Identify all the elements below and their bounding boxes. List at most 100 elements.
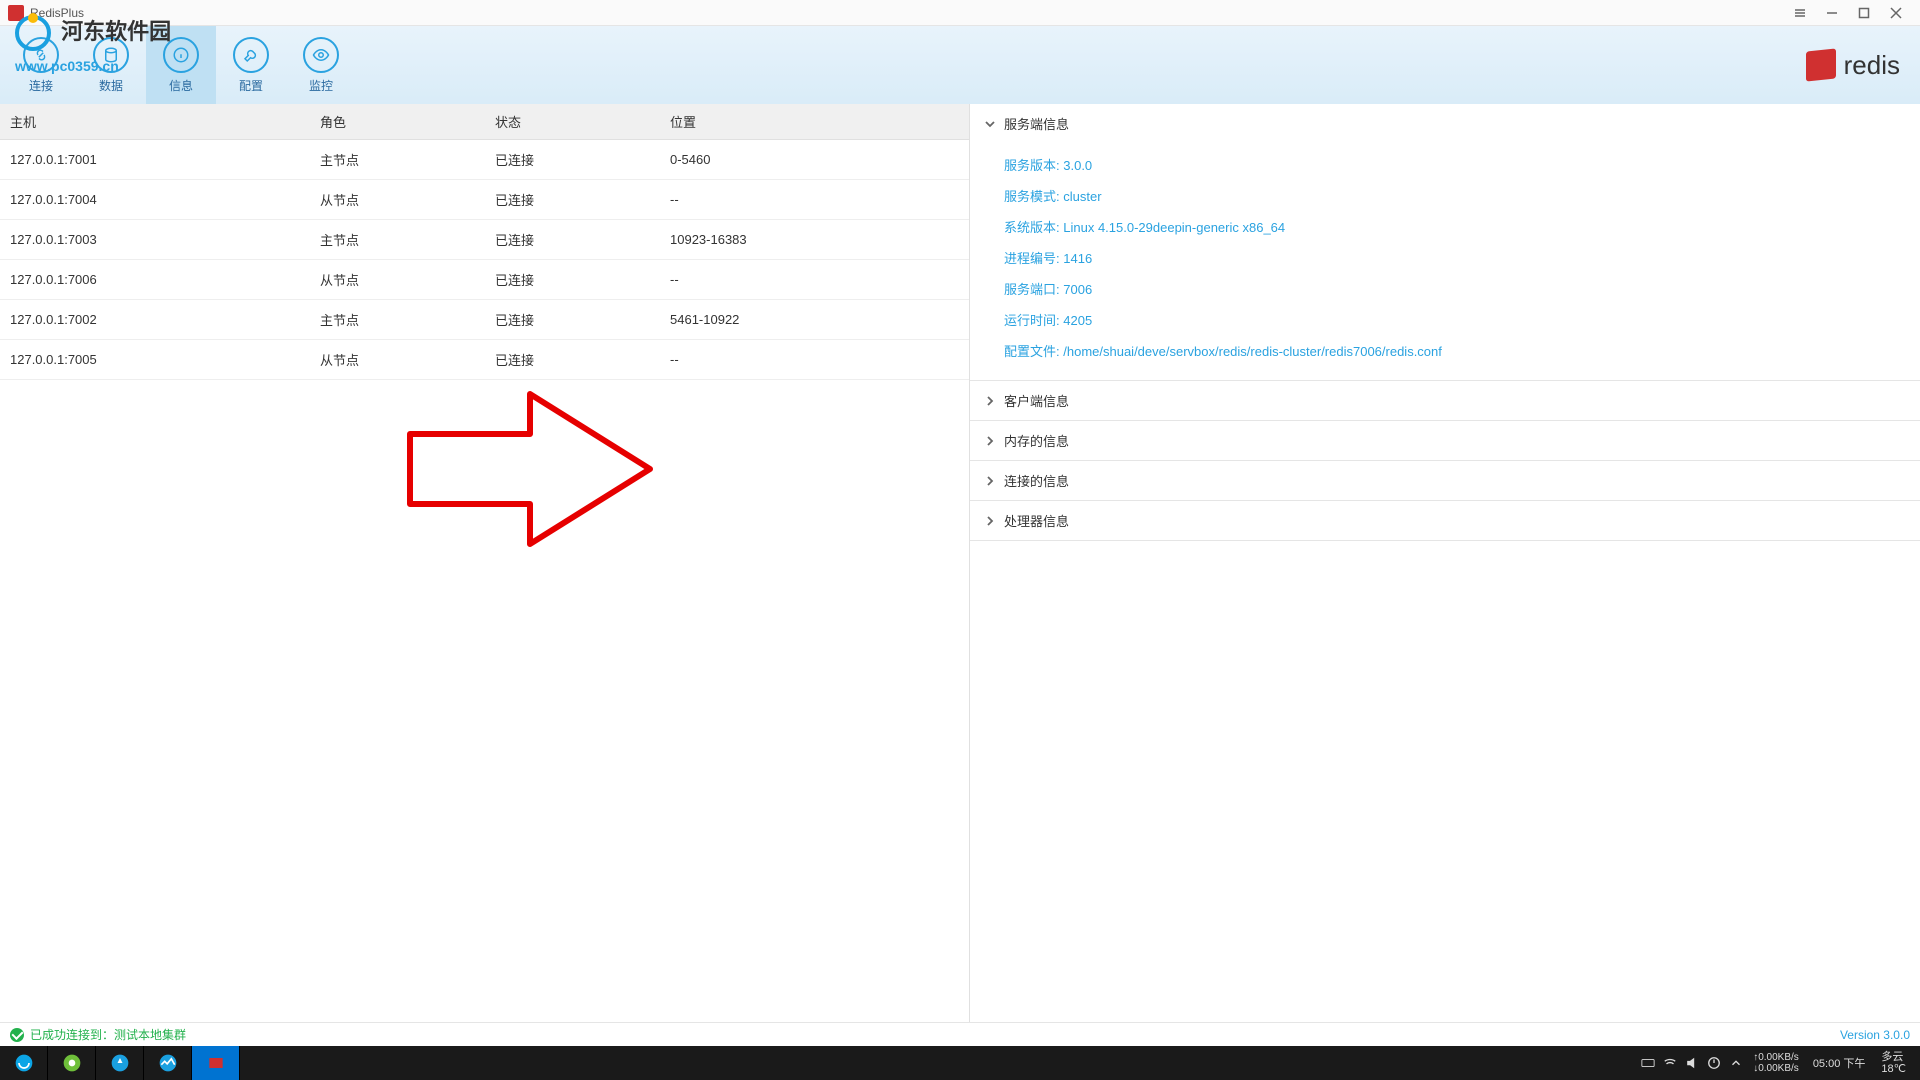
panel-server-body: 服务版本: 3.0.0 服务模式: cluster 系统版本: Linux 4.… bbox=[970, 143, 1920, 380]
table-row[interactable]: 127.0.0.1:7005从节点已连接-- bbox=[0, 340, 969, 380]
panel-title: 处理器信息 bbox=[1004, 511, 1069, 530]
app-status-bar: 已成功连接到：测试本地集群 Version 3.0.0 bbox=[0, 1022, 1920, 1046]
cell-pos: 0-5460 bbox=[660, 140, 969, 180]
info-row: 系统版本: Linux 4.15.0-29deepin-generic x86_… bbox=[1004, 211, 1896, 242]
toolbar-monitor[interactable]: 监控 bbox=[286, 26, 356, 104]
eye-icon bbox=[303, 37, 339, 73]
cell-pos: 10923-16383 bbox=[660, 220, 969, 260]
info-row: 服务模式: cluster bbox=[1004, 180, 1896, 211]
minimize-button[interactable] bbox=[1816, 3, 1848, 23]
col-state[interactable]: 状态 bbox=[485, 104, 660, 140]
toolbar-info[interactable]: 信息 bbox=[146, 26, 216, 104]
panel-title: 客户端信息 bbox=[1004, 391, 1069, 410]
panel-memory: 内存的信息 bbox=[970, 421, 1920, 461]
cell-pos: 5461-10922 bbox=[660, 300, 969, 340]
cell-state: 已连接 bbox=[485, 180, 660, 220]
col-pos[interactable]: 位置 bbox=[660, 104, 969, 140]
system-taskbar: ↑0.00KB/s↓0.00KB/s 05:00 下午 多云18℃ bbox=[0, 1046, 1920, 1080]
cell-host: 127.0.0.1:7003 bbox=[0, 220, 310, 260]
toolbar-connect[interactable]: 连接 bbox=[6, 26, 76, 104]
taskbar-browser[interactable] bbox=[48, 1046, 96, 1080]
window-title: RedisPlus bbox=[30, 6, 1784, 20]
status-message: 已成功连接到：测试本地集群 bbox=[30, 1026, 186, 1043]
redis-logo: redis bbox=[1806, 50, 1900, 81]
system-tray: ↑0.00KB/s↓0.00KB/s 05:00 下午 多云18℃ bbox=[1631, 1046, 1920, 1080]
cell-pos: -- bbox=[660, 340, 969, 380]
info-row: 服务版本: 3.0.0 bbox=[1004, 149, 1896, 180]
redis-logo-text: redis bbox=[1844, 50, 1900, 81]
cell-pos: -- bbox=[660, 260, 969, 300]
chevron-right-icon bbox=[984, 435, 996, 447]
app-icon bbox=[8, 5, 24, 21]
chevron-right-icon bbox=[984, 395, 996, 407]
col-role[interactable]: 角色 bbox=[310, 104, 485, 140]
table-row[interactable]: 127.0.0.1:7004从节点已连接-- bbox=[0, 180, 969, 220]
panel-conn: 连接的信息 bbox=[970, 461, 1920, 501]
volume-icon[interactable] bbox=[1681, 1046, 1703, 1080]
cell-state: 已连接 bbox=[485, 140, 660, 180]
info-row: 配置文件: /home/shuai/deve/servbox/redis/red… bbox=[1004, 335, 1896, 366]
cell-host: 127.0.0.1:7005 bbox=[0, 340, 310, 380]
taskbar-redisplus[interactable] bbox=[192, 1046, 240, 1080]
cell-state: 已连接 bbox=[485, 300, 660, 340]
cell-host: 127.0.0.1:7004 bbox=[0, 180, 310, 220]
table-row[interactable]: 127.0.0.1:7003主节点已连接10923-16383 bbox=[0, 220, 969, 260]
cell-state: 已连接 bbox=[485, 220, 660, 260]
info-icon bbox=[163, 37, 199, 73]
main-toolbar: 连接 数据 信息 配置 监控 redis bbox=[0, 26, 1920, 104]
cell-role: 主节点 bbox=[310, 220, 485, 260]
red-arrow-annotation bbox=[400, 384, 660, 557]
info-row: 运行时间: 4205 bbox=[1004, 304, 1896, 335]
chevron-right-icon bbox=[984, 515, 996, 527]
toolbar-label: 数据 bbox=[99, 77, 123, 94]
toolbar-label: 信息 bbox=[169, 77, 193, 94]
cell-pos: -- bbox=[660, 180, 969, 220]
table-row[interactable]: 127.0.0.1:7001主节点已连接0-5460 bbox=[0, 140, 969, 180]
main-area: 主机 角色 状态 位置 127.0.0.1:7001主节点已连接0-5460 1… bbox=[0, 104, 1920, 1022]
table-row[interactable]: 127.0.0.1:7002主节点已连接5461-10922 bbox=[0, 300, 969, 340]
panel-client-header[interactable]: 客户端信息 bbox=[970, 381, 1920, 420]
col-host[interactable]: 主机 bbox=[0, 104, 310, 140]
panel-server: 服务端信息 服务版本: 3.0.0 服务模式: cluster 系统版本: Li… bbox=[970, 104, 1920, 381]
wifi-icon[interactable] bbox=[1659, 1046, 1681, 1080]
keyboard-icon[interactable] bbox=[1637, 1046, 1659, 1080]
taskbar-start[interactable] bbox=[0, 1046, 48, 1080]
cell-role: 从节点 bbox=[310, 180, 485, 220]
cell-host: 127.0.0.1:7002 bbox=[0, 300, 310, 340]
tray-expand-icon[interactable] bbox=[1725, 1046, 1747, 1080]
info-row: 进程编号: 1416 bbox=[1004, 242, 1896, 273]
toolbar-config[interactable]: 配置 bbox=[216, 26, 286, 104]
toolbar-label: 监控 bbox=[309, 77, 333, 94]
redis-cube-icon bbox=[1806, 48, 1836, 81]
maximize-button[interactable] bbox=[1848, 3, 1880, 23]
table-row[interactable]: 127.0.0.1:7006从节点已连接-- bbox=[0, 260, 969, 300]
close-button[interactable] bbox=[1880, 3, 1912, 23]
cell-host: 127.0.0.1:7001 bbox=[0, 140, 310, 180]
cell-host: 127.0.0.1:7006 bbox=[0, 260, 310, 300]
panel-conn-header[interactable]: 连接的信息 bbox=[970, 461, 1920, 500]
node-table-panel: 主机 角色 状态 位置 127.0.0.1:7001主节点已连接0-5460 1… bbox=[0, 104, 970, 1022]
panel-title: 连接的信息 bbox=[1004, 471, 1069, 490]
cell-role: 从节点 bbox=[310, 260, 485, 300]
cell-role: 主节点 bbox=[310, 300, 485, 340]
toolbar-data[interactable]: 数据 bbox=[76, 26, 146, 104]
database-icon bbox=[93, 37, 129, 73]
taskbar-app2[interactable] bbox=[144, 1046, 192, 1080]
window-titlebar: RedisPlus bbox=[0, 0, 1920, 26]
info-row: 服务端口: 7006 bbox=[1004, 273, 1896, 304]
link-icon bbox=[23, 37, 59, 73]
taskbar-weather[interactable]: 多云18℃ bbox=[1873, 1051, 1914, 1075]
panel-memory-header[interactable]: 内存的信息 bbox=[970, 421, 1920, 460]
panel-title: 内存的信息 bbox=[1004, 431, 1069, 450]
power-icon[interactable] bbox=[1703, 1046, 1725, 1080]
menu-button[interactable] bbox=[1784, 3, 1816, 23]
panel-client: 客户端信息 bbox=[970, 381, 1920, 421]
taskbar-app1[interactable] bbox=[96, 1046, 144, 1080]
chevron-right-icon bbox=[984, 475, 996, 487]
cell-state: 已连接 bbox=[485, 340, 660, 380]
panel-cpu-header[interactable]: 处理器信息 bbox=[970, 501, 1920, 540]
taskbar-clock[interactable]: 05:00 下午 bbox=[1805, 1055, 1874, 1071]
panel-title: 服务端信息 bbox=[1004, 114, 1069, 133]
panel-server-header[interactable]: 服务端信息 bbox=[970, 104, 1920, 143]
table-header-row: 主机 角色 状态 位置 bbox=[0, 104, 969, 140]
